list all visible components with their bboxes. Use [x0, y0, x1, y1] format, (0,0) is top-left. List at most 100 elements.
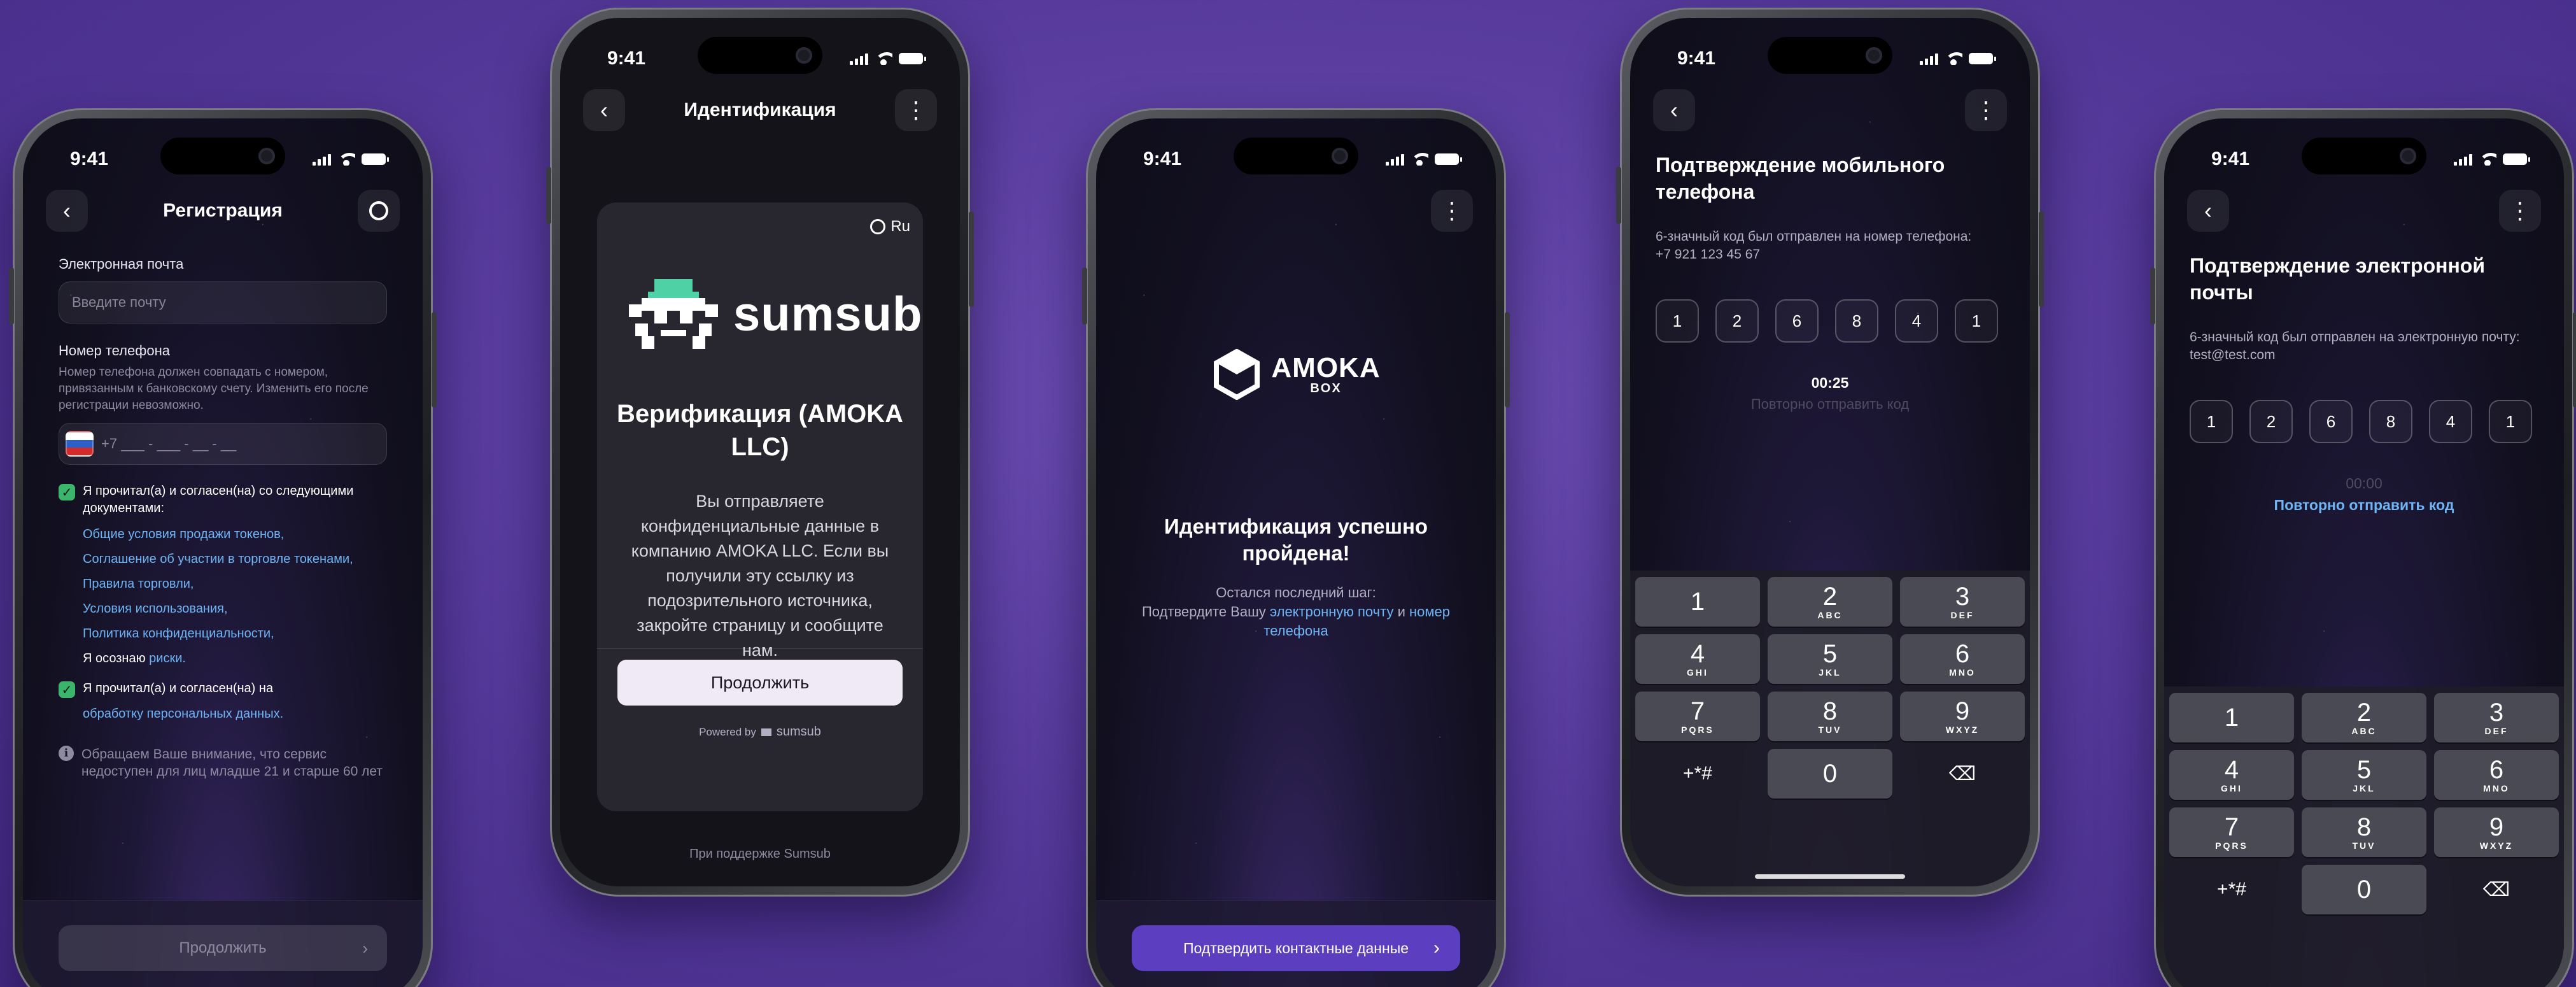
registration-screen: 9:41 ‹ Регистрация Электронная почта Вве…: [23, 118, 423, 987]
link-trading-agreement[interactable]: Соглашение об участии в торговле токенам…: [83, 547, 387, 572]
success-heading: Идентификация успешно пройдена!: [1164, 515, 1428, 565]
link-privacy-policy[interactable]: Политика конфиденциальности,: [83, 621, 387, 646]
code-digit[interactable]: 1: [2190, 400, 2233, 443]
code-digit[interactable]: 4: [1895, 299, 1938, 343]
key-0[interactable]: 0: [1768, 749, 1892, 799]
key-4[interactable]: 4 GHI: [1635, 634, 1760, 684]
consent-documents-text: Я прочитал(а) и согласен(на) со следующи…: [83, 484, 354, 515]
continue-button[interactable]: Продолжить ›: [59, 925, 387, 971]
key-5[interactable]: 5 JKL: [2302, 750, 2426, 800]
chevron-left-icon: ‹: [600, 97, 608, 123]
key-symbols[interactable]: +*#: [2169, 865, 2294, 914]
confirm-prefix: Подтвердите Вашу: [1141, 604, 1266, 620]
key-3[interactable]: 3 DEF: [1900, 577, 2025, 627]
back-button[interactable]: ‹: [2187, 190, 2229, 232]
delete-key[interactable]: ⌫: [1900, 749, 2025, 799]
bottom-bar: Продолжить ›: [23, 900, 423, 987]
checkbox-personal-data[interactable]: ✓: [59, 681, 75, 698]
page-title: Регистрация: [163, 200, 283, 221]
chevron-left-icon: ‹: [1670, 97, 1678, 123]
menu-button[interactable]: ⋮: [894, 89, 937, 131]
confirm-contacts-button[interactable]: Подтвердить контактные данные ›: [1132, 925, 1460, 971]
key-1[interactable]: 1: [1635, 577, 1760, 627]
code-digit[interactable]: 6: [1775, 299, 1819, 343]
code-digit[interactable]: 8: [1835, 299, 1878, 343]
sumsub-wordmark: sumsub: [733, 287, 923, 341]
key-7[interactable]: 7 PQRS: [2169, 807, 2294, 857]
phone-confirm-sub-text: 6-значный код был отправлен на номер тел…: [1656, 229, 1972, 244]
key-6[interactable]: 6 MNO: [2434, 750, 2559, 800]
key-7[interactable]: 7 PQRS: [1635, 692, 1760, 741]
menu-button[interactable]: ⋮: [2499, 190, 2541, 232]
checkbox-documents[interactable]: ✓: [59, 484, 75, 501]
russia-flag-icon[interactable]: [66, 431, 94, 457]
key-2[interactable]: 2 ABC: [2302, 693, 2426, 742]
last-step-text: Остался последний шаг:: [1216, 585, 1376, 600]
language-selector[interactable]: Ru: [870, 218, 910, 236]
status-time: 9:41: [2211, 148, 2250, 169]
code-digit[interactable]: 1: [2489, 400, 2532, 443]
back-button[interactable]: ‹: [46, 190, 88, 232]
key-9[interactable]: 9 WXYZ: [2434, 807, 2559, 857]
key-0[interactable]: 0: [2302, 865, 2426, 914]
email-label: Электронная почта: [59, 256, 184, 272]
key-letters: TUV: [2352, 841, 2376, 851]
email-confirm-heading: Подтверждение электронной почты: [2190, 254, 2485, 304]
key-symbols[interactable]: +*#: [1635, 749, 1760, 799]
key-8[interactable]: 8 TUV: [2302, 807, 2426, 857]
link-trading-rules[interactable]: Правила торговли,: [83, 572, 387, 597]
key-digit: 7: [2224, 813, 2239, 841]
chevron-right-icon: ›: [362, 938, 368, 958]
key-2[interactable]: 2 ABC: [1768, 577, 1892, 627]
menu-button[interactable]: ⋮: [1431, 190, 1473, 232]
code-digit[interactable]: 8: [2369, 400, 2412, 443]
key-3[interactable]: 3 DEF: [2434, 693, 2559, 742]
powered-brand: sumsub: [776, 725, 821, 739]
key-9[interactable]: 9 WXYZ: [1900, 692, 2025, 741]
code-digit[interactable]: 2: [2249, 400, 2293, 443]
key-letters: ABC: [2351, 726, 2377, 736]
key-6[interactable]: 6 MNO: [1900, 634, 2025, 684]
code-digit[interactable]: 1: [1955, 299, 1998, 343]
code-digit[interactable]: 4: [2429, 400, 2472, 443]
back-button[interactable]: ‹: [583, 89, 625, 131]
resend-code-button[interactable]: Повторно отправить код: [2164, 497, 2564, 514]
link-terms-of-use[interactable]: Условия использования,: [83, 597, 387, 621]
email-field[interactable]: Введите почту: [59, 281, 387, 323]
key-5[interactable]: 5 JKL: [1768, 634, 1892, 684]
amoka-box: BOX: [1310, 381, 1342, 395]
support-button[interactable]: [357, 190, 400, 232]
key-1[interactable]: 1: [2169, 693, 2294, 742]
code-digit[interactable]: 6: [2309, 400, 2353, 443]
link-risks[interactable]: риски.: [149, 651, 186, 665]
key-digit: 6: [1955, 640, 1970, 668]
more-vertical-icon: ⋮: [1974, 97, 1997, 123]
sumsub-card: Ru sumsub Верификация (AMOKA LLC) Вы отп…: [597, 202, 923, 811]
chevron-left-icon: ‹: [2204, 197, 2212, 224]
globe-icon: [870, 219, 886, 234]
back-button[interactable]: ‹: [1653, 89, 1695, 131]
phone-field[interactable]: +7 ___ - ___ - __ - __: [59, 423, 387, 465]
code-digit[interactable]: 2: [1715, 299, 1759, 343]
key-4[interactable]: 4 GHI: [2169, 750, 2294, 800]
continue-button[interactable]: Продолжить: [617, 660, 903, 706]
key-digit: 3: [2489, 699, 2504, 727]
age-notice: ℹ Обращаем Ваше внимание, что сервис нед…: [59, 746, 387, 780]
battery-icon: [899, 53, 926, 64]
key-digit: 2: [1822, 583, 1838, 611]
key-digit: 8: [2356, 813, 2372, 841]
key-letters: JKL: [1819, 667, 1841, 678]
page-title: Идентификация: [684, 99, 836, 120]
footer-text: При поддержке Sumsub: [689, 847, 831, 861]
link-email[interactable]: электронную почту: [1270, 604, 1394, 620]
menu-button[interactable]: ⋮: [1965, 89, 2007, 131]
continue-label: Продолжить: [179, 939, 267, 956]
code-digit[interactable]: 1: [1656, 299, 1699, 343]
key-8[interactable]: 8 TUV: [1768, 692, 1892, 741]
link-personal-data[interactable]: обработку персональных данных.: [59, 706, 387, 723]
key-digit: 5: [2356, 756, 2372, 784]
delete-key[interactable]: ⌫: [2434, 865, 2559, 914]
consent-documents: ✓ Я прочитал(а) и согласен(на) со следую…: [59, 483, 387, 517]
email-confirm-sub: 6-значный код был отправлен на электронн…: [2190, 329, 2526, 364]
link-token-sale-terms[interactable]: Общие условия продажи токенов,: [83, 522, 387, 547]
